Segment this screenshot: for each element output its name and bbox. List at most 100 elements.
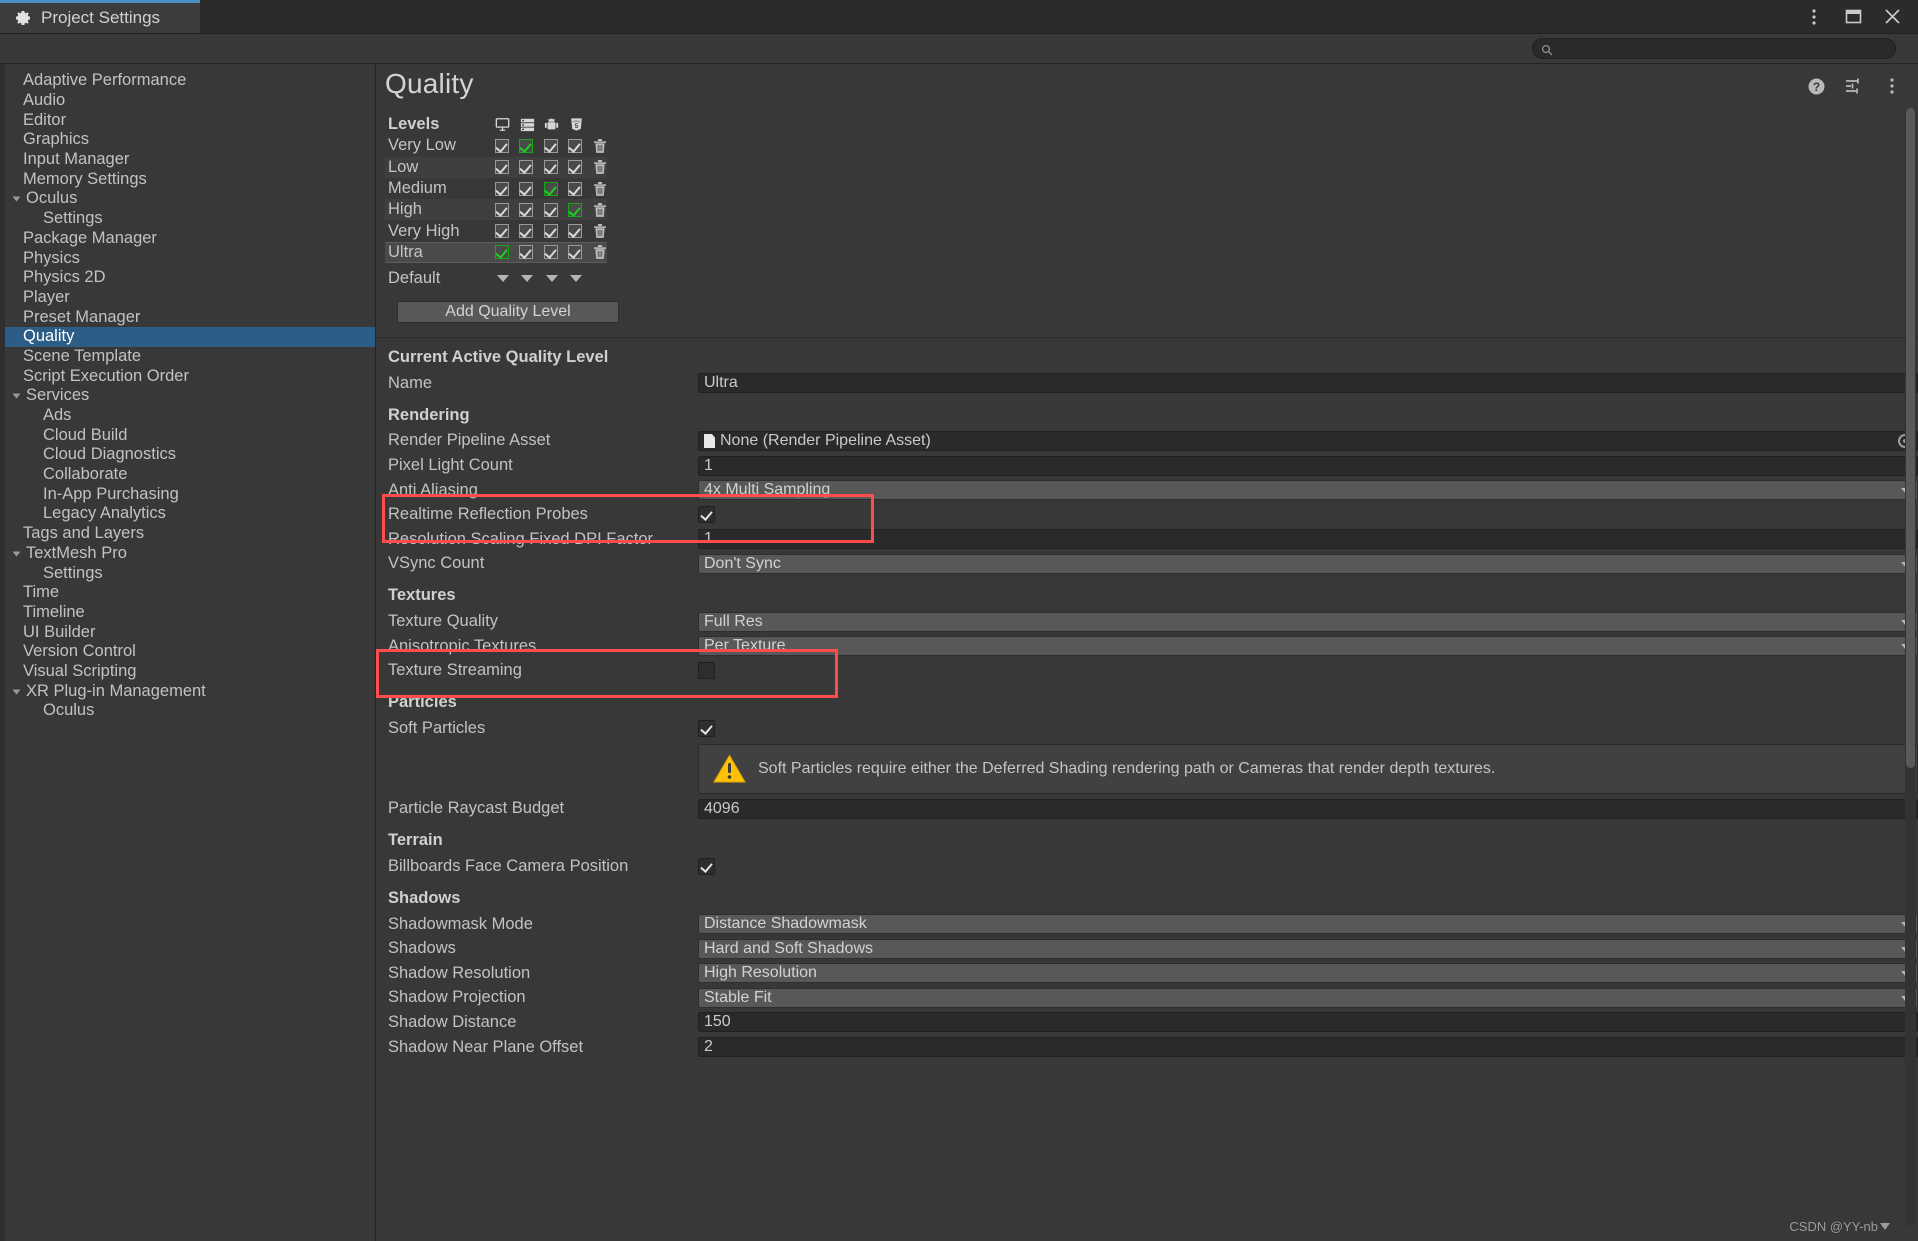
default-level-dropdown[interactable] [569, 271, 584, 286]
sidebar-item-quality[interactable]: Quality [0, 326, 375, 347]
sidebar-item-input-manager[interactable]: Input Manager [0, 150, 375, 170]
sidebar-item-physics-2d[interactable]: Physics 2D [0, 268, 375, 288]
default-level-dropdown[interactable] [544, 271, 559, 286]
toggle-billboards-face-camera-position[interactable] [698, 858, 715, 875]
search-input[interactable] [1558, 41, 1887, 56]
search-field[interactable] [1532, 38, 1896, 59]
quality-level-row[interactable]: Very Low [385, 135, 607, 156]
platform-enable-checkbox[interactable] [543, 138, 558, 153]
preset-sliders-icon[interactable] [1844, 76, 1864, 96]
sidebar-item-player[interactable]: Player [0, 288, 375, 308]
dropdown-shadowmask-mode[interactable]: Distance Shadowmask [698, 914, 1918, 935]
chevron-down-icon[interactable] [9, 390, 23, 401]
dropdown-shadows[interactable]: Hard and Soft Shadows [698, 938, 1918, 959]
quality-level-row[interactable]: Very High [385, 220, 607, 241]
sidebar-item-ui-builder[interactable]: UI Builder [0, 622, 375, 642]
platform-enable-checkbox[interactable] [519, 138, 534, 153]
platform-enable-checkbox[interactable] [568, 138, 583, 153]
tab-project-settings[interactable]: Project Settings [0, 0, 200, 33]
toggle-soft-particles[interactable] [698, 719, 715, 737]
number-input[interactable]: 2 [698, 1037, 1918, 1058]
sidebar-item-textmesh-pro[interactable]: TextMesh Pro [0, 544, 375, 564]
delete-quality-level-button[interactable] [592, 224, 607, 239]
delete-quality-level-button[interactable] [592, 160, 607, 175]
platform-enable-checkbox[interactable] [519, 160, 534, 175]
vertical-scrollbar[interactable] [1905, 108, 1916, 1225]
platform-enable-checkbox[interactable] [543, 245, 558, 260]
number-input[interactable]: 1 [698, 529, 1918, 550]
default-level-dropdown[interactable] [495, 271, 510, 286]
maximize-icon[interactable] [1843, 7, 1863, 27]
dropdown-texture-quality[interactable]: Full Res [698, 611, 1918, 632]
number-input[interactable]: 150 [698, 1012, 1918, 1033]
sidebar-item-oculus[interactable]: Oculus [0, 701, 375, 721]
platform-enable-checkbox[interactable] [568, 160, 583, 175]
platform-enable-checkbox[interactable] [543, 224, 558, 239]
sidebar-item-xr-plug-in-management[interactable]: XR Plug-in Management [0, 681, 375, 701]
add-quality-level-button[interactable]: Add Quality Level [397, 301, 619, 324]
delete-quality-level-button[interactable] [592, 181, 607, 196]
sidebar-item-version-control[interactable]: Version Control [0, 642, 375, 662]
sidebar-item-legacy-analytics[interactable]: Legacy Analytics [0, 504, 375, 524]
sidebar-item-graphics[interactable]: Graphics [0, 130, 375, 150]
default-level-dropdown[interactable] [520, 271, 535, 286]
sidebar-item-cloud-build[interactable]: Cloud Build [0, 425, 375, 445]
delete-quality-level-button[interactable] [592, 202, 607, 217]
platform-enable-checkbox[interactable] [494, 181, 509, 196]
sidebar-item-settings[interactable]: Settings [0, 209, 375, 229]
sidebar-item-visual-scripting[interactable]: Visual Scripting [0, 662, 375, 682]
platform-enable-checkbox[interactable] [543, 181, 558, 196]
number-input[interactable]: 4096 [698, 798, 1918, 819]
dropdown-vsync-count[interactable]: Don't Sync [698, 553, 1918, 574]
kebab-menu-icon[interactable] [1882, 76, 1902, 96]
platform-enable-checkbox[interactable] [519, 245, 534, 260]
platform-enable-checkbox[interactable] [519, 202, 534, 217]
quality-level-row[interactable]: High [385, 199, 607, 221]
sidebar-item-preset-manager[interactable]: Preset Manager [0, 307, 375, 327]
scrollbar-thumb[interactable] [1906, 108, 1915, 768]
help-icon[interactable]: ? [1806, 76, 1826, 96]
platform-enable-checkbox[interactable] [543, 160, 558, 175]
toggle-texture-streaming[interactable] [698, 662, 715, 680]
sidebar-item-physics[interactable]: Physics [0, 248, 375, 268]
platform-enable-checkbox[interactable] [494, 224, 509, 239]
sidebar-item-timeline[interactable]: Timeline [0, 603, 375, 623]
sidebar-item-audio[interactable]: Audio [0, 91, 375, 111]
object-field[interactable]: None (Render Pipeline Asset) [698, 430, 1918, 451]
sidebar-item-memory-settings[interactable]: Memory Settings [0, 169, 375, 189]
sidebar-item-tags-and-layers[interactable]: Tags and Layers [0, 524, 375, 544]
dropdown-shadow-projection[interactable]: Stable Fit [698, 987, 1918, 1008]
platform-enable-checkbox[interactable] [568, 202, 583, 217]
quality-level-row[interactable]: Ultra [385, 241, 607, 264]
platform-enable-checkbox[interactable] [494, 160, 509, 175]
sidebar-item-in-app-purchasing[interactable]: In-App Purchasing [0, 484, 375, 504]
platform-enable-checkbox[interactable] [494, 245, 509, 260]
platform-enable-checkbox[interactable] [543, 202, 558, 217]
settings-sidebar[interactable]: Adaptive Performance Audio Editor Graphics I… [0, 64, 376, 1241]
platform-enable-checkbox[interactable] [568, 245, 583, 260]
sidebar-item-oculus[interactable]: Oculus [0, 189, 375, 209]
toggle-realtime-reflection-probes[interactable] [698, 506, 715, 524]
platform-enable-checkbox[interactable] [519, 181, 534, 196]
platform-enable-checkbox[interactable] [494, 202, 509, 217]
sidebar-item-scene-template[interactable]: Scene Template [0, 347, 375, 367]
quality-level-row[interactable]: Low [385, 156, 607, 178]
chevron-down-icon[interactable] [9, 686, 23, 697]
sidebar-item-editor[interactable]: Editor [0, 110, 375, 130]
quality-level-row[interactable]: Medium [385, 178, 607, 199]
sidebar-item-script-execution-order[interactable]: Script Execution Order [0, 366, 375, 386]
delete-quality-level-button[interactable] [592, 245, 607, 260]
platform-enable-checkbox[interactable] [519, 224, 534, 239]
chevron-down-icon[interactable] [9, 193, 23, 204]
dropdown-anti-aliasing[interactable]: 4x Multi Sampling [698, 480, 1918, 501]
dropdown-shadow-resolution[interactable]: High Resolution [698, 963, 1918, 984]
sidebar-item-time[interactable]: Time [0, 583, 375, 603]
sidebar-item-package-manager[interactable]: Package Manager [0, 229, 375, 249]
close-icon[interactable] [1882, 7, 1902, 27]
sidebar-item-collaborate[interactable]: Collaborate [0, 465, 375, 485]
sidebar-item-services[interactable]: Services [0, 386, 375, 406]
kebab-menu-icon[interactable] [1804, 7, 1824, 27]
platform-enable-checkbox[interactable] [568, 181, 583, 196]
platform-enable-checkbox[interactable] [568, 224, 583, 239]
number-input[interactable]: 1 [698, 455, 1918, 476]
